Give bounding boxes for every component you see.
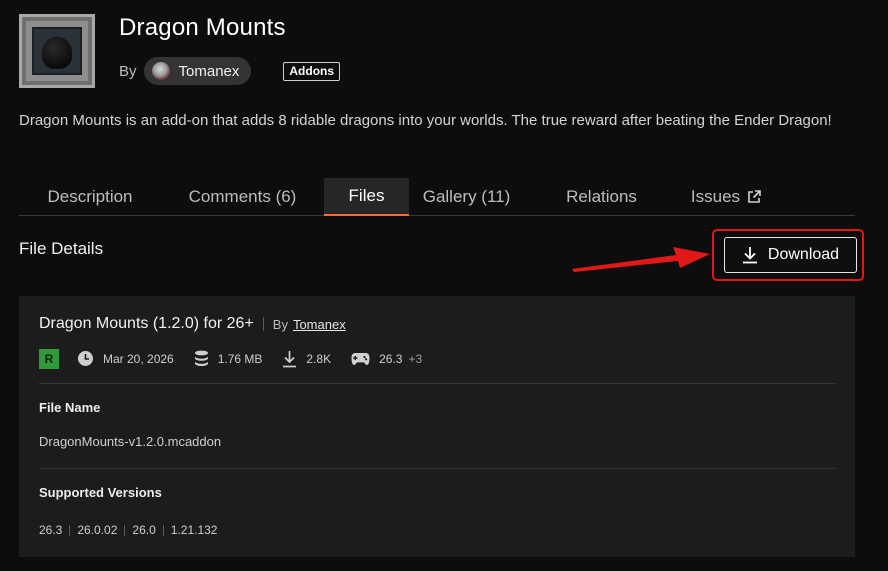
release-type-badge: R: [39, 348, 59, 369]
file-card: Dragon Mounts (1.2.0) for 26+ By Tomanex…: [19, 296, 855, 557]
version-item: 1.21.132: [170, 523, 218, 537]
download-button[interactable]: Download: [724, 237, 857, 273]
download-count: 2.8K: [282, 350, 331, 368]
file-name-label: File Name: [39, 400, 101, 415]
author-row: By Tomanex Addons: [119, 57, 341, 85]
author-chip[interactable]: Tomanex: [143, 57, 252, 85]
version-item: 26.0: [132, 523, 156, 537]
version-item: 26.3: [39, 523, 63, 537]
download-count-icon: [283, 350, 297, 367]
file-header: Dragon Mounts (1.2.0) for 26+ By Tomanex: [39, 314, 346, 334]
file-display-name: Dragon Mounts (1.2.0) for 26+: [39, 315, 254, 332]
annotation-arrow: [572, 247, 710, 272]
game-version: 26.3 +3: [351, 352, 422, 366]
project-page: Dragon Mounts By Tomanex Addons Dragon M…: [0, 0, 888, 571]
external-link-icon: [748, 190, 761, 203]
by-label: By: [119, 62, 137, 80]
upload-date: Mar 20, 2026: [77, 350, 174, 367]
author-name: Tomanex: [178, 62, 240, 80]
tab-issues[interactable]: Issues: [669, 178, 784, 216]
database-icon: [194, 350, 208, 366]
project-title: Dragon Mounts: [119, 14, 286, 41]
tab-files[interactable]: Files: [324, 178, 409, 216]
file-meta: R Mar 20, 2026 1.76 MB 2.8K 26.3 +3: [39, 348, 422, 369]
download-icon: [742, 247, 757, 264]
supported-versions: 26.3 26.0.02 26.0 1.21.132: [39, 523, 217, 537]
uploader-link[interactable]: Tomanex: [293, 317, 346, 332]
gamepad-icon: [351, 352, 370, 365]
divider: [39, 383, 835, 384]
version-item: 26.0.02: [77, 523, 118, 537]
file-name-value: DragonMounts-v1.2.0.mcaddon: [39, 434, 222, 449]
separator: [262, 317, 264, 331]
tab-description[interactable]: Description: [19, 178, 161, 216]
supported-versions-label: Supported Versions: [39, 485, 162, 500]
avatar: [151, 62, 170, 80]
file-size: 1.76 MB: [194, 350, 262, 367]
tab-relations[interactable]: Relations: [539, 178, 664, 216]
file-details-title: File Details: [19, 239, 104, 258]
dragon-egg-icon: [42, 37, 72, 69]
category-badge[interactable]: Addons: [283, 61, 341, 81]
by-label: By: [272, 316, 288, 332]
divider: [39, 468, 835, 469]
more-versions[interactable]: +3: [408, 352, 422, 366]
project-logo: [19, 14, 95, 88]
clock-icon: [78, 351, 93, 366]
download-label: Download: [767, 246, 840, 263]
project-summary: Dragon Mounts is an add-on that adds 8 r…: [19, 112, 832, 129]
tab-comments[interactable]: Comments (6): [161, 178, 324, 216]
tab-bar: Description Comments (6) Files Gallery (…: [19, 178, 855, 216]
tab-gallery[interactable]: Gallery (11): [409, 178, 524, 216]
